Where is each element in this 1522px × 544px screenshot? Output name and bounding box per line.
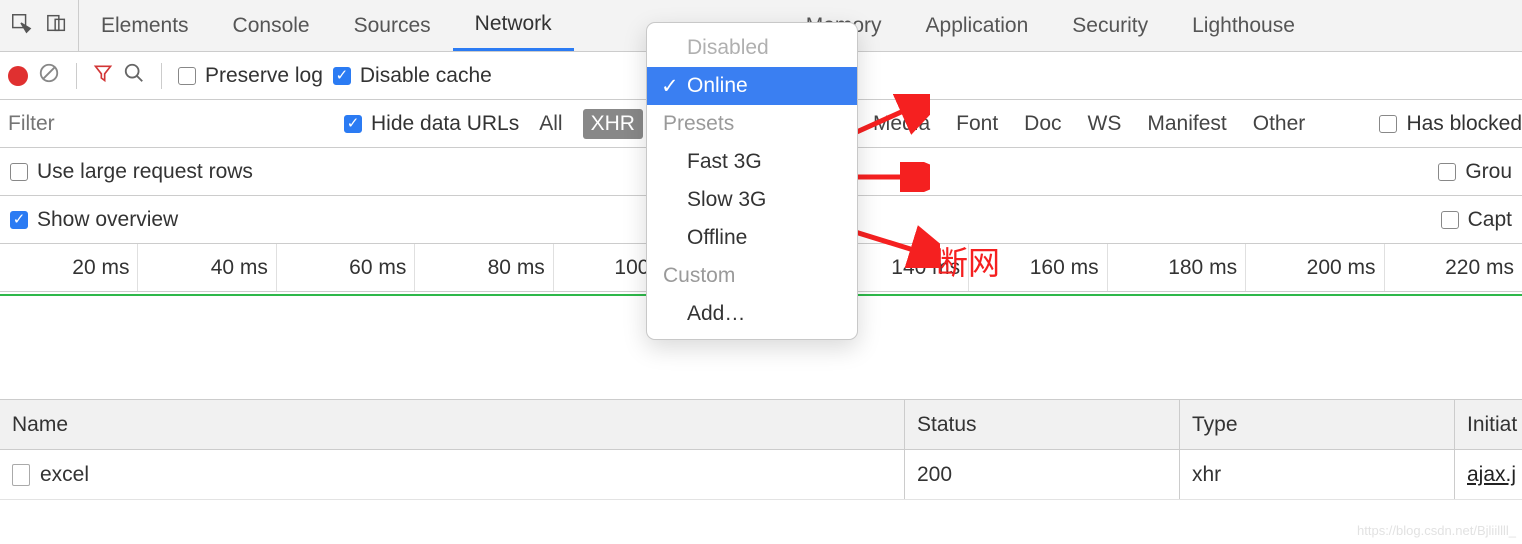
group-label: Grou: [1465, 160, 1512, 184]
clear-icon[interactable]: [38, 62, 60, 90]
dropdown-fast-3g[interactable]: Fast 3G: [647, 143, 857, 181]
hide-data-urls-checkbox[interactable]: Hide data URLs: [344, 112, 519, 136]
timeline-tick: 220 ms: [1385, 244, 1522, 291]
dropdown-disabled: Disabled: [647, 29, 857, 67]
show-overview-label: Show overview: [37, 208, 178, 232]
filter-icon[interactable]: [93, 63, 113, 89]
timeline-tick: 20 ms: [0, 244, 138, 291]
th-initiator[interactable]: Initiat: [1455, 400, 1522, 449]
filter-type-xhr[interactable]: XHR: [583, 109, 643, 139]
preserve-log-label: Preserve log: [205, 64, 323, 88]
filter-type-manifest[interactable]: Manifest: [1141, 110, 1232, 138]
timeline-tick: 200 ms: [1246, 244, 1384, 291]
filter-type-ws[interactable]: WS: [1082, 110, 1128, 138]
has-blocked-label: Has blocked: [1406, 112, 1522, 136]
request-type: xhr: [1180, 450, 1455, 499]
dropdown-slow-3g[interactable]: Slow 3G: [647, 181, 857, 219]
timeline-tick: 40 ms: [138, 244, 276, 291]
capture-checkbox[interactable]: Capt: [1441, 208, 1512, 232]
th-status[interactable]: Status: [905, 400, 1180, 449]
tab-lighthouse[interactable]: Lighthouse: [1170, 0, 1317, 51]
device-toggle-icon[interactable]: [46, 12, 68, 40]
watermark: https://blog.csdn.net/Bjliillll_: [1357, 523, 1516, 538]
large-rows-checkbox[interactable]: Use large request rows: [10, 160, 253, 184]
filter-type-other[interactable]: Other: [1247, 110, 1312, 138]
throttling-dropdown: Disabled Online Presets Fast 3G Slow 3G …: [646, 22, 858, 340]
tab-application[interactable]: Application: [904, 0, 1051, 51]
capture-label: Capt: [1468, 208, 1512, 232]
dropdown-presets-header: Presets: [647, 105, 857, 143]
dropdown-custom-header: Custom: [647, 257, 857, 295]
record-button[interactable]: [8, 66, 28, 86]
timeline-tick: 60 ms: [277, 244, 415, 291]
search-icon[interactable]: [123, 62, 145, 90]
large-rows-label: Use large request rows: [37, 160, 253, 184]
dropdown-add[interactable]: Add…: [647, 295, 857, 333]
timeline-tick: 80 ms: [415, 244, 553, 291]
tab-sources[interactable]: Sources: [332, 0, 453, 51]
preserve-log-checkbox[interactable]: Preserve log: [178, 64, 323, 88]
hide-data-urls-label: Hide data URLs: [371, 112, 519, 136]
tab-network[interactable]: Network: [453, 0, 574, 51]
disable-cache-checkbox[interactable]: Disable cache: [333, 64, 492, 88]
annotation-text: 断网: [936, 238, 1000, 284]
has-blocked-checkbox[interactable]: Has blocked: [1379, 112, 1522, 136]
tab-elements[interactable]: Elements: [79, 0, 211, 51]
timeline-tick: 180 ms: [1108, 244, 1246, 291]
request-initiator[interactable]: ajax.j: [1467, 463, 1516, 487]
requests-table-header: Name Status Type Initiat: [0, 400, 1522, 450]
request-name: excel: [40, 463, 89, 487]
request-status: 200: [905, 450, 1180, 499]
tab-console[interactable]: Console: [211, 0, 332, 51]
file-icon: [12, 464, 30, 486]
filter-type-doc[interactable]: Doc: [1018, 110, 1067, 138]
tab-security[interactable]: Security: [1050, 0, 1170, 51]
filter-type-all[interactable]: All: [533, 110, 568, 138]
disable-cache-label: Disable cache: [360, 64, 492, 88]
inspect-icon[interactable]: [10, 12, 32, 40]
filter-type-font[interactable]: Font: [950, 110, 1004, 138]
show-overview-checkbox[interactable]: Show overview: [10, 208, 178, 232]
group-checkbox[interactable]: Grou: [1438, 160, 1512, 184]
dropdown-offline[interactable]: Offline: [647, 219, 857, 257]
dropdown-online[interactable]: Online: [647, 67, 857, 105]
filter-input[interactable]: [0, 100, 330, 147]
th-type[interactable]: Type: [1180, 400, 1455, 449]
th-name[interactable]: Name: [0, 400, 905, 449]
table-row[interactable]: excel 200 xhr ajax.j: [0, 450, 1522, 500]
